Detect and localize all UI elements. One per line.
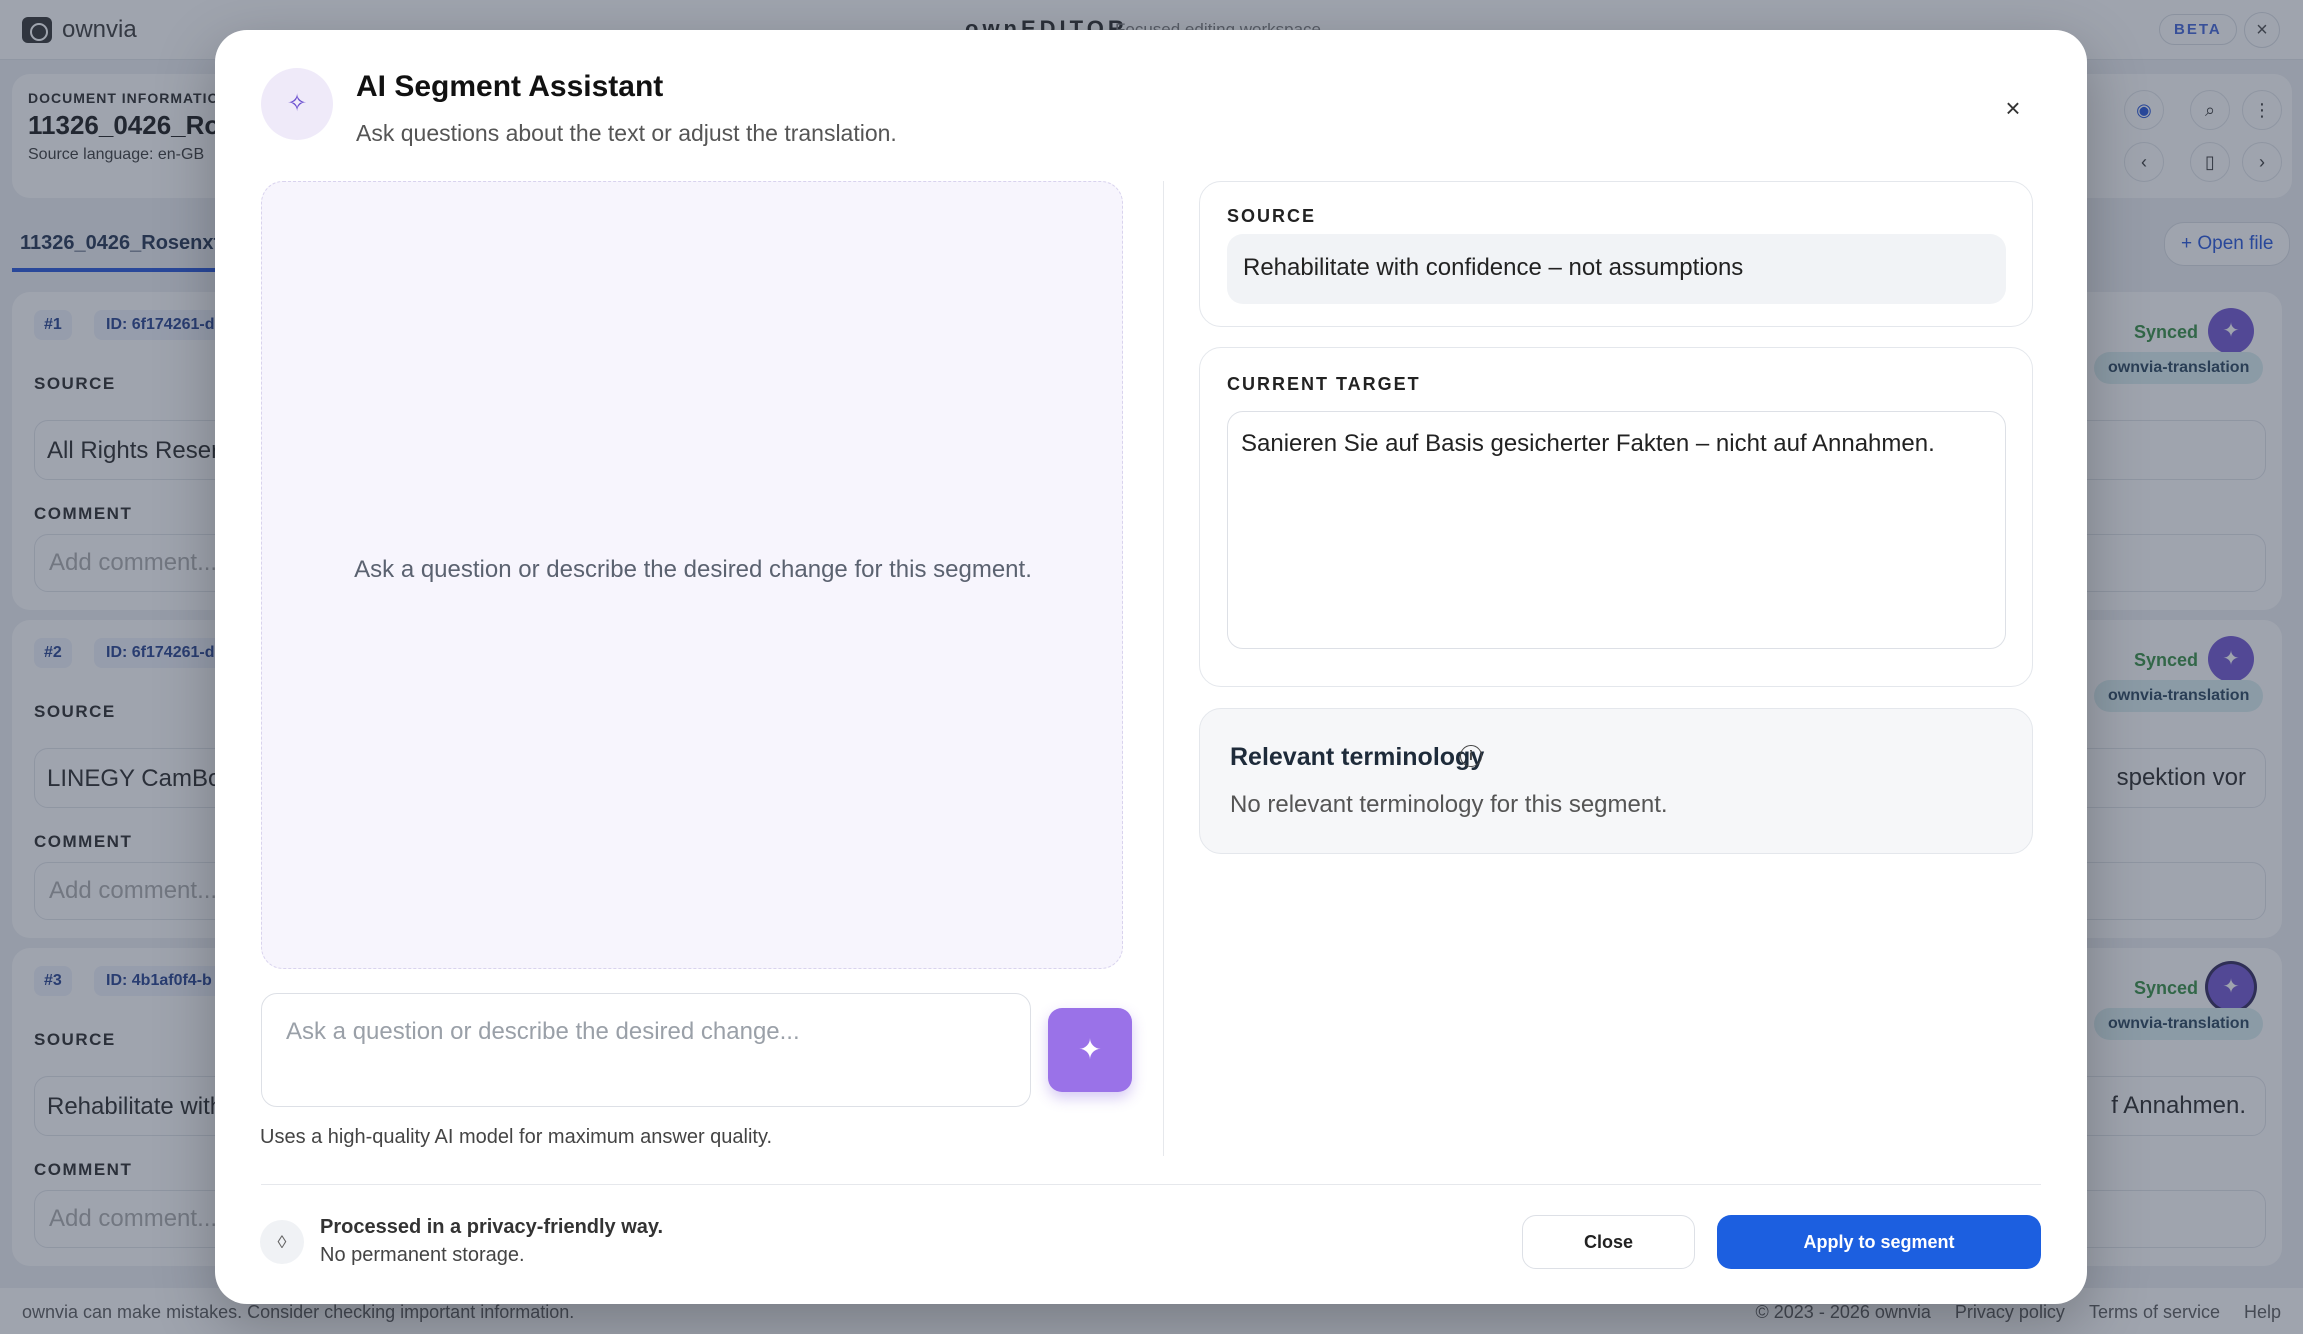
vertical-divider [1163, 181, 1164, 1156]
privacy-subtitle: No permanent storage. [320, 1244, 525, 1266]
send-button[interactable]: ✦ [1048, 1008, 1132, 1092]
current-target-input[interactable]: Sanieren Sie auf Basis gesicherter Fakte… [1227, 411, 2006, 649]
current-target-label: CURRENT TARGET [1227, 374, 1421, 394]
question-input[interactable] [261, 993, 1031, 1107]
info-icon[interactable]: i [1460, 745, 1482, 767]
current-target-panel: CURRENT TARGET Sanieren Sie auf Basis ge… [1199, 347, 2033, 687]
dialog-subtitle: Ask questions about the text or adjust t… [356, 120, 897, 146]
apply-to-segment-button[interactable]: Apply to segment [1717, 1215, 2041, 1269]
source-panel: SOURCE Rehabilitate with confidence – no… [1199, 181, 2033, 327]
model-note: Uses a high-quality AI model for maximum… [260, 1126, 773, 1148]
dialog-title: AI Segment Assistant [356, 70, 664, 103]
terminology-title: Relevant terminology [1230, 743, 1485, 771]
chat-empty-state: Ask a question or describe the desired c… [354, 556, 1032, 583]
terminology-empty: No relevant terminology for this segment… [1230, 791, 1668, 818]
shield-icon: ◊ [260, 1220, 304, 1264]
privacy-title: Processed in a privacy-friendly way. [320, 1216, 664, 1238]
chat-area: Ask a question or describe the desired c… [261, 181, 1123, 969]
terminology-panel: Relevant terminology i No relevant termi… [1199, 708, 2033, 854]
close-icon[interactable]: × [1995, 90, 2031, 126]
close-button[interactable]: Close [1522, 1215, 1695, 1269]
footer-divider [261, 1184, 2041, 1185]
ai-segment-assistant-dialog: ✧ AI Segment Assistant Ask questions abo… [215, 30, 2087, 1304]
source-label: SOURCE [1227, 206, 1317, 226]
sparkle-icon: ✧ [261, 68, 333, 140]
source-text: Rehabilitate with confidence – not assum… [1227, 234, 2006, 304]
